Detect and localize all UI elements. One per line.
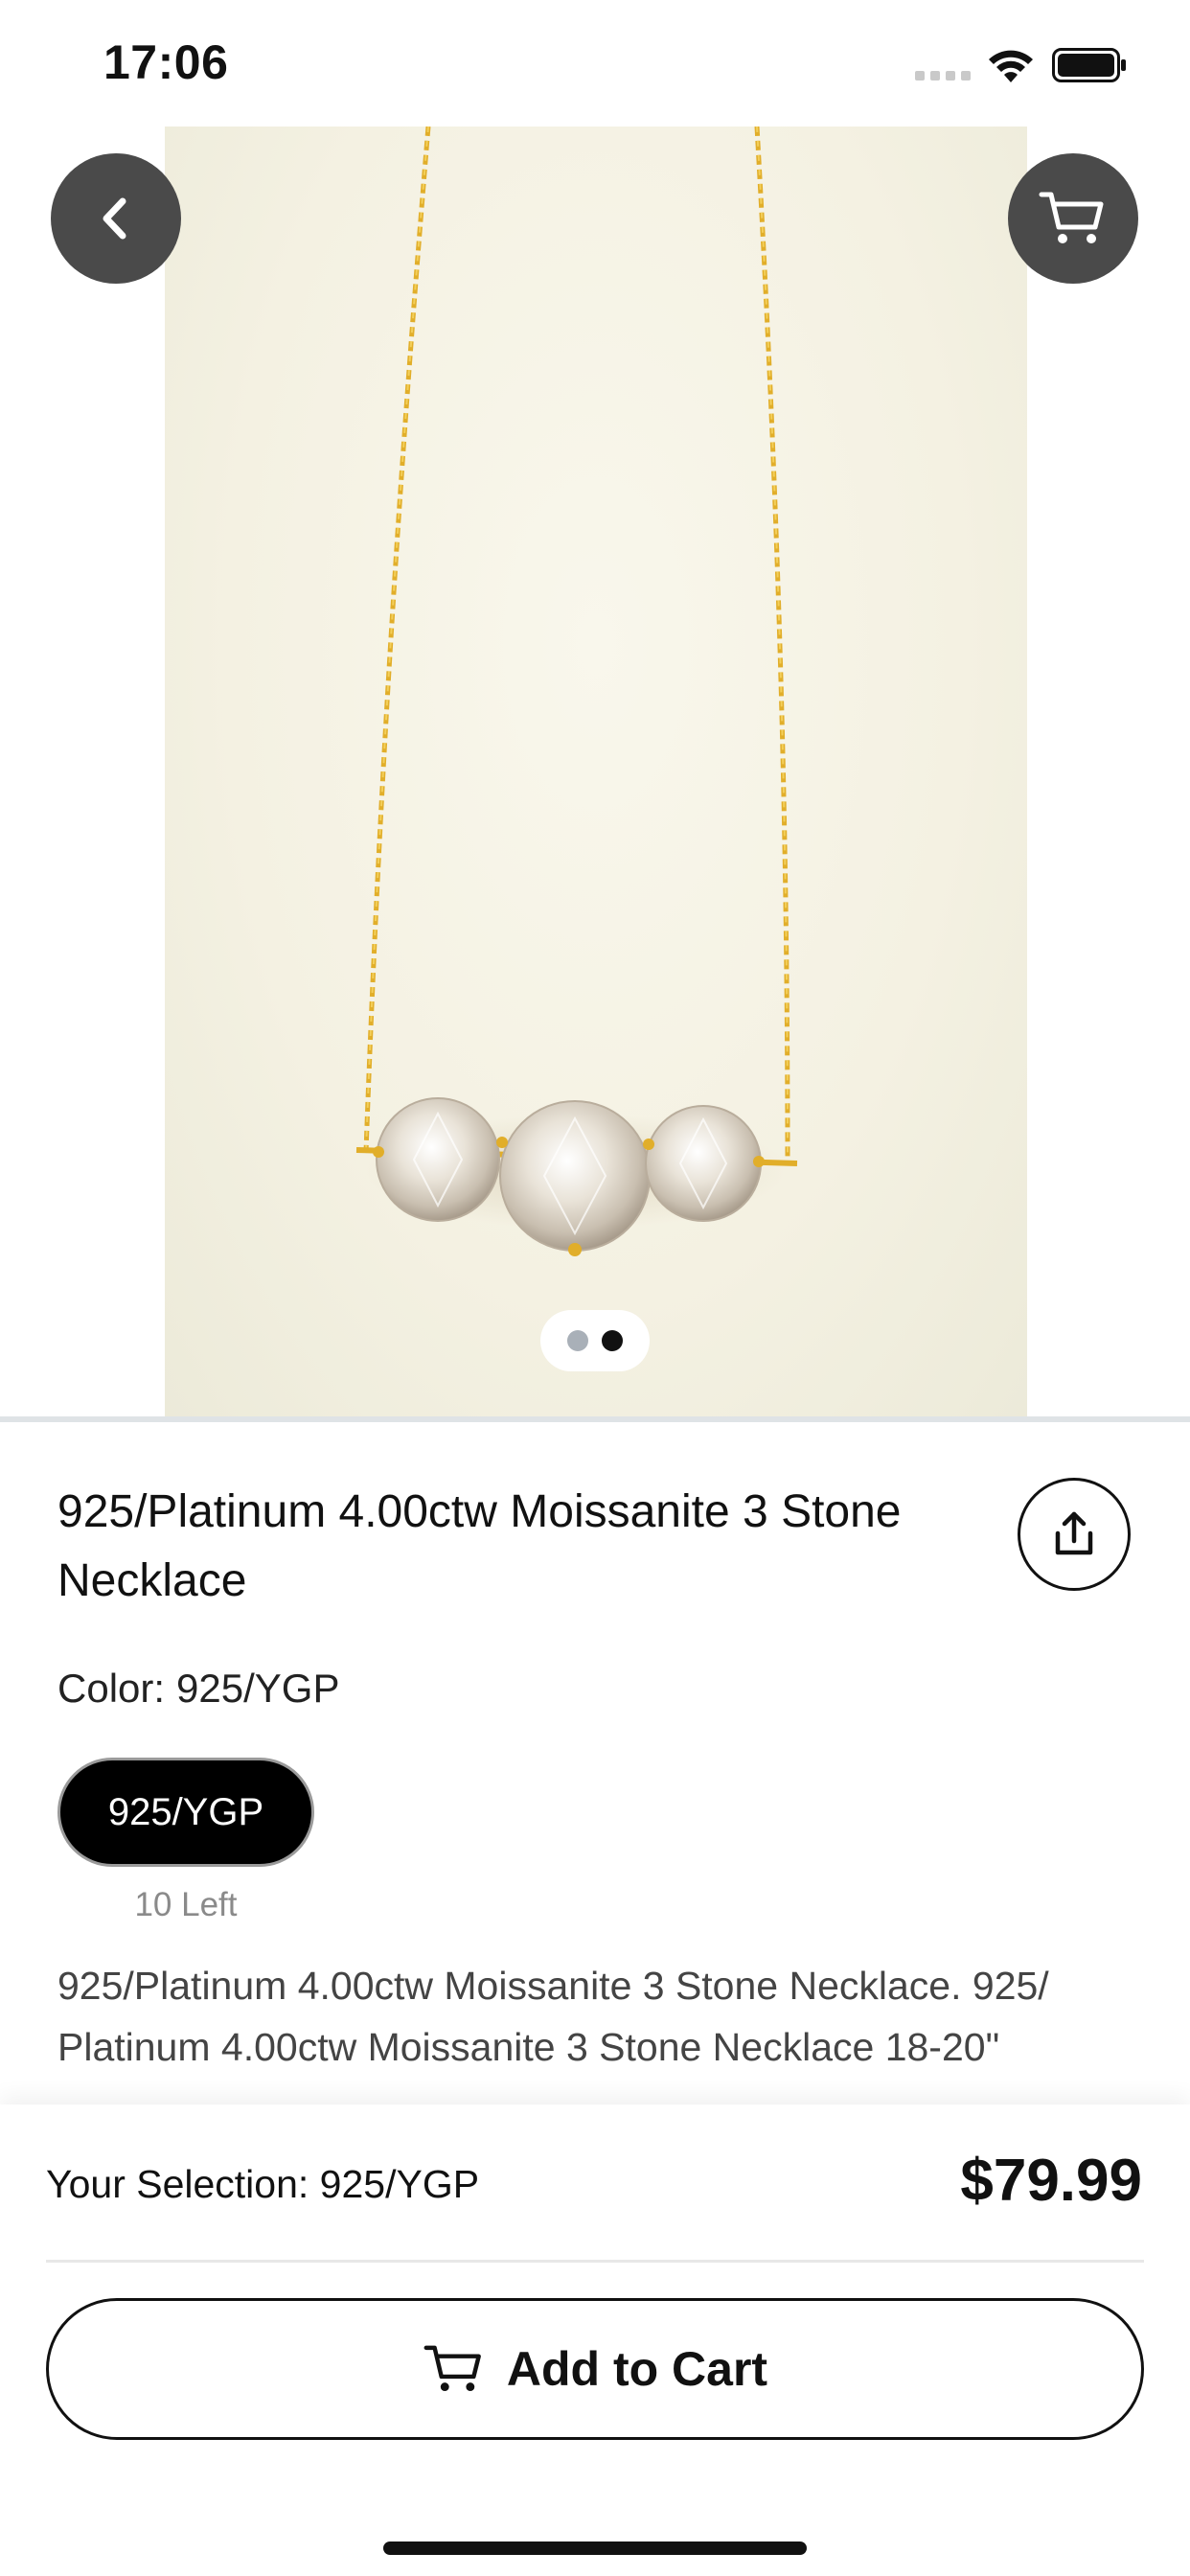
back-button[interactable]	[51, 153, 181, 284]
share-icon	[1055, 1511, 1093, 1555]
footer-divider	[46, 2260, 1144, 2263]
signal-icon	[915, 71, 971, 80]
bottom-bar: Your Selection: 925/YGP $79.99 Add to Ca…	[0, 2104, 1190, 2576]
cart-icon	[1039, 192, 1104, 243]
home-indicator[interactable]	[383, 2542, 807, 2555]
color-label: Color:	[57, 1666, 166, 1711]
product-title: 925/Platinum 4.00ctw Moissanite 3 Stone …	[57, 1486, 902, 1606]
price: $79.99	[960, 2148, 1142, 2214]
cart-button[interactable]	[1008, 153, 1138, 284]
image-divider	[0, 1416, 1190, 1422]
add-to-cart-label: Add to Cart	[506, 2342, 768, 2396]
battery-icon	[1052, 48, 1126, 82]
pager-dot-active[interactable]	[602, 1330, 623, 1351]
cart-icon	[423, 2345, 481, 2392]
status-bar: 17:06	[0, 0, 1190, 126]
color-value: 925/YGP	[176, 1666, 340, 1711]
pager-dot[interactable]	[567, 1330, 588, 1351]
product-image[interactable]	[165, 126, 1027, 1418]
status-time: 17:06	[103, 35, 229, 89]
stock-count: 10 Left	[134, 1886, 238, 1923]
image-pager[interactable]	[540, 1310, 650, 1371]
add-to-cart-button[interactable]: Add to Cart	[46, 2298, 1144, 2440]
selection-text: Your Selection: 925/YGP	[46, 2162, 480, 2206]
back-chevron-icon	[103, 197, 126, 240]
share-button[interactable]	[1018, 1478, 1131, 1591]
wifi-icon	[989, 50, 1033, 82]
option-chip-925-ygp[interactable]: 925/YGP	[57, 1758, 314, 1867]
color-row: Color: 925/YGP	[57, 1666, 352, 1712]
product-description: 925/Platinum 4.00ctw Moissanite 3 Stone …	[57, 1964, 1049, 2069]
necklace-image	[355, 126, 798, 1256]
